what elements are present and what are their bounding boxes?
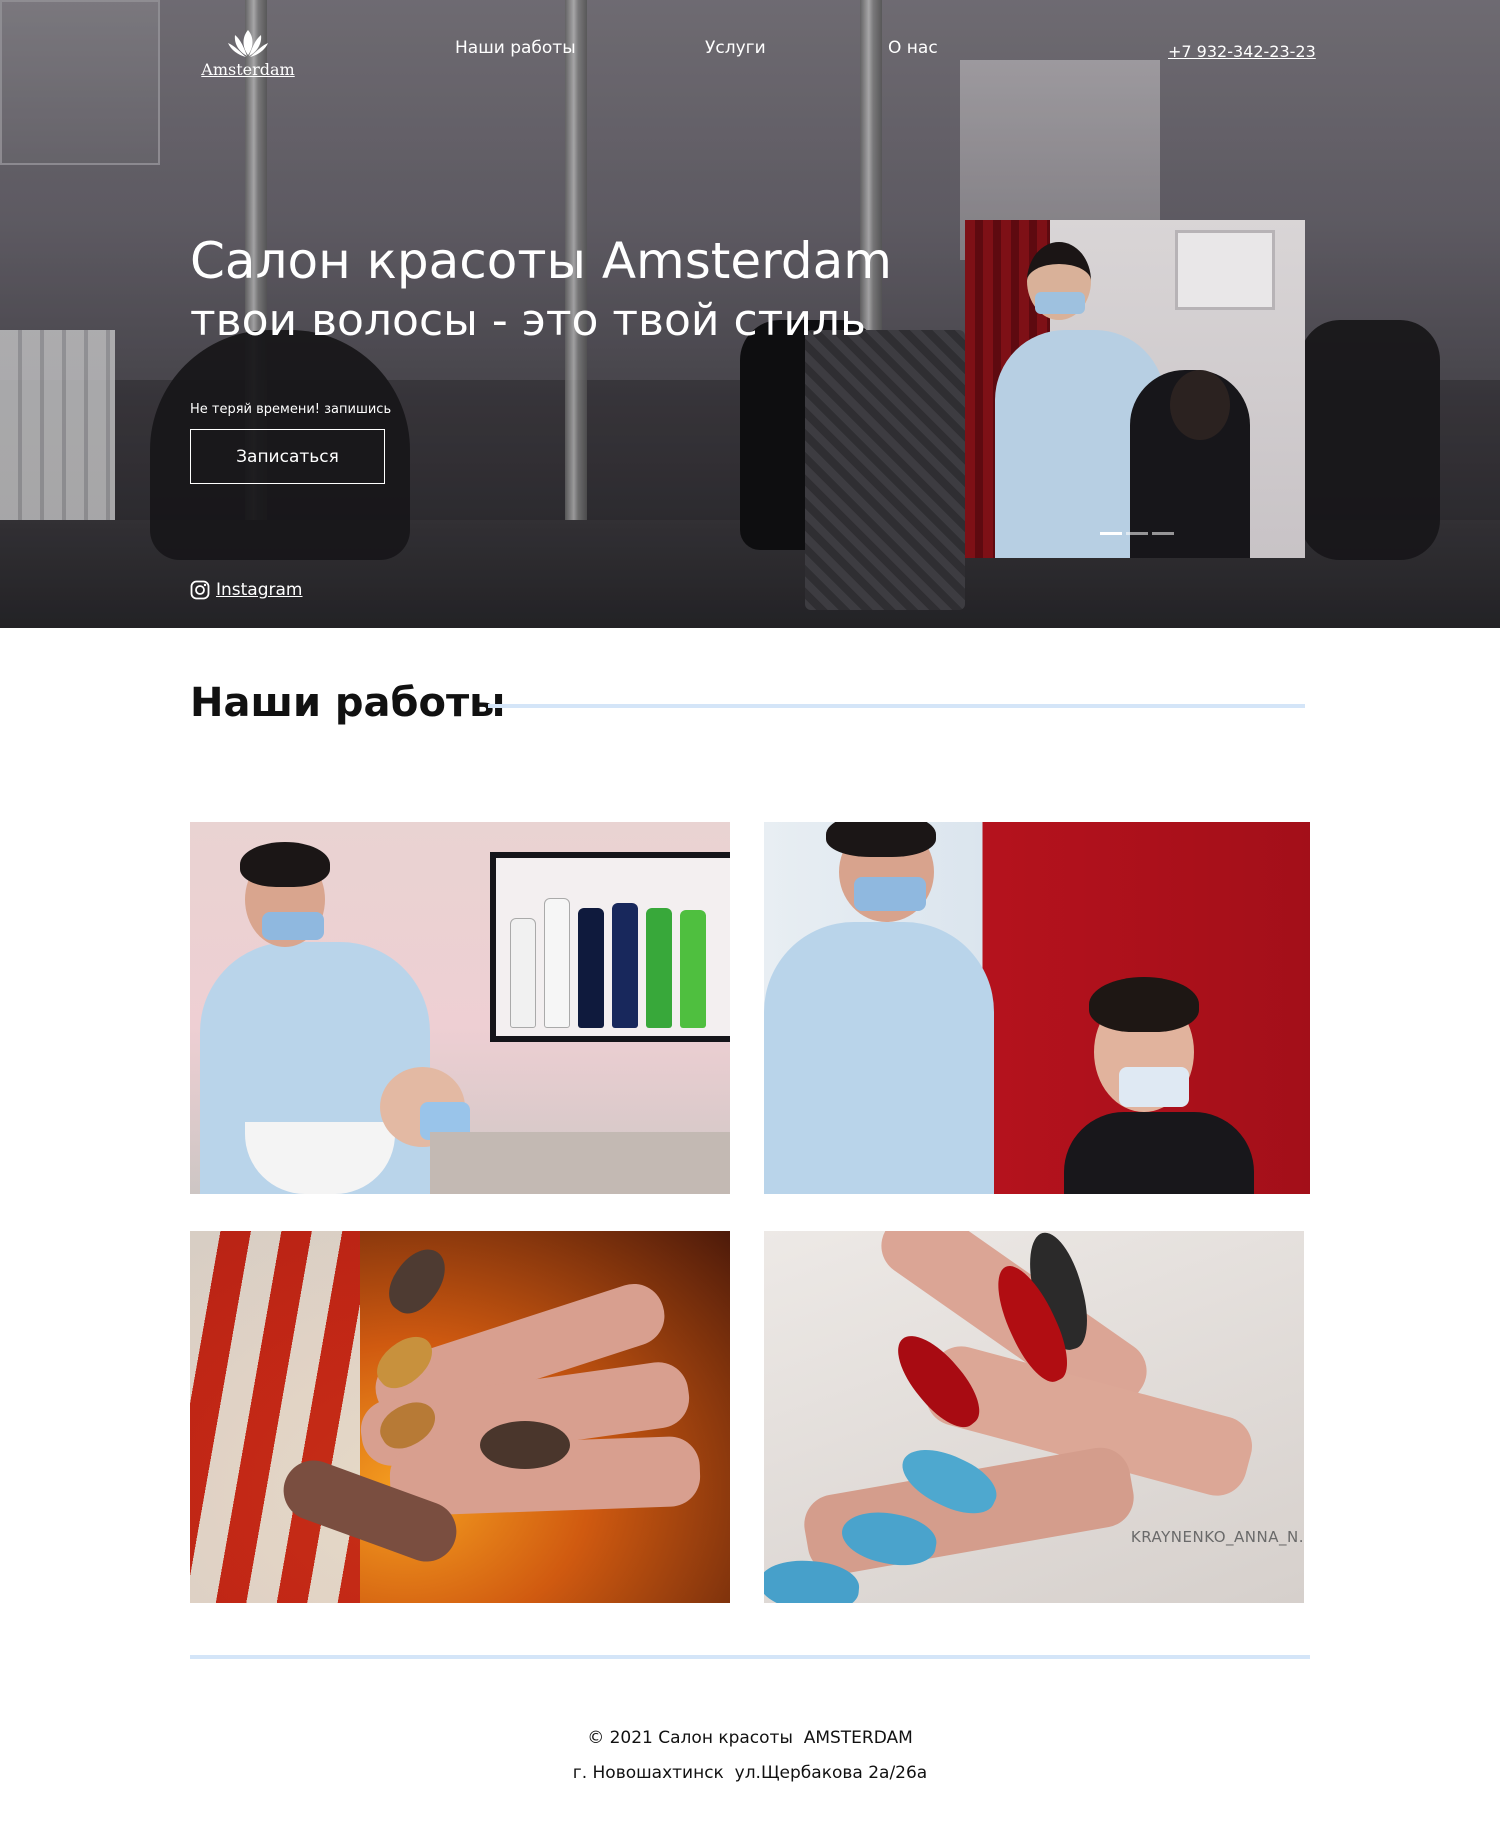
photo-stylist-hair (826, 822, 936, 857)
photo-bottle (612, 903, 638, 1028)
logo[interactable]: Amsterdam (198, 28, 298, 79)
nav-item-works[interactable]: Наши работы (455, 38, 576, 58)
nav-item-about[interactable]: О нас (888, 38, 938, 58)
slider-dot[interactable] (1100, 532, 1122, 535)
slider-image-mask (1035, 292, 1085, 314)
photo-bottle (510, 918, 536, 1028)
instagram-link[interactable]: Instagram (190, 580, 303, 600)
photo-shelf (490, 852, 730, 1042)
photo-background-print (190, 1231, 360, 1603)
photo-bottle (544, 898, 570, 1028)
photo-client-mask (1119, 1067, 1189, 1107)
photo-bottle (578, 908, 604, 1028)
nav-item-services[interactable]: Услуги (705, 38, 766, 58)
photo-nail (378, 1239, 457, 1323)
instagram-label: Instagram (216, 580, 303, 600)
photo-mask (854, 877, 926, 911)
hero-subtitle: твои волосы - это твой стиль (190, 295, 866, 346)
slider-dot[interactable] (1152, 532, 1174, 535)
photo-nail (480, 1421, 570, 1469)
slider-pagination (1100, 532, 1174, 535)
phone-link[interactable]: +7 932-342-23-23 (1168, 42, 1316, 61)
photo-stylist-hair (240, 842, 330, 887)
footer-divider (190, 1655, 1310, 1659)
hero-image-slider[interactable] (965, 220, 1305, 558)
photo-stylist (764, 922, 994, 1194)
works-divider (488, 704, 1305, 708)
hero-title: Салон красоты Amsterdam (190, 232, 892, 290)
work-photo-nails-brown[interactable] (190, 1231, 730, 1603)
works-title: Наши работы (190, 680, 506, 726)
photo-mask (262, 912, 324, 940)
work-photo-haircut[interactable] (764, 822, 1310, 1194)
hero-section: Amsterdam Наши работы Услуги О нас +7 93… (0, 0, 1500, 628)
slider-dot[interactable] (1126, 532, 1148, 535)
logo-text: Amsterdam (201, 60, 295, 79)
photo-watermark: KRAYNENKO_ANNA_N. (1130, 1528, 1304, 1546)
footer-address: г. Новошахтинск ул.Щербакова 2а/26а (572, 1763, 928, 1783)
work-photo-nails-red-blue[interactable]: KRAYNENKO_ANNA_N. (764, 1231, 1304, 1603)
photo-bottle (646, 908, 672, 1028)
instagram-icon (190, 580, 210, 600)
photo-bottle (680, 910, 706, 1028)
book-button[interactable]: Записаться (190, 429, 385, 484)
slider-image-client-head (1170, 370, 1230, 440)
photo-client-hair (1089, 977, 1199, 1032)
photo-client-body (430, 1132, 730, 1194)
slider-image-mirror (1175, 230, 1275, 310)
hero-cta-note: Не теряй времени! запишись (190, 402, 392, 417)
photo-client-cape (1064, 1112, 1254, 1194)
work-photo-hair-wash[interactable] (190, 822, 730, 1194)
footer-copyright: © 2021 Салон красоты AMSTERDAM (587, 1728, 913, 1748)
lotus-logo-icon (228, 30, 268, 57)
